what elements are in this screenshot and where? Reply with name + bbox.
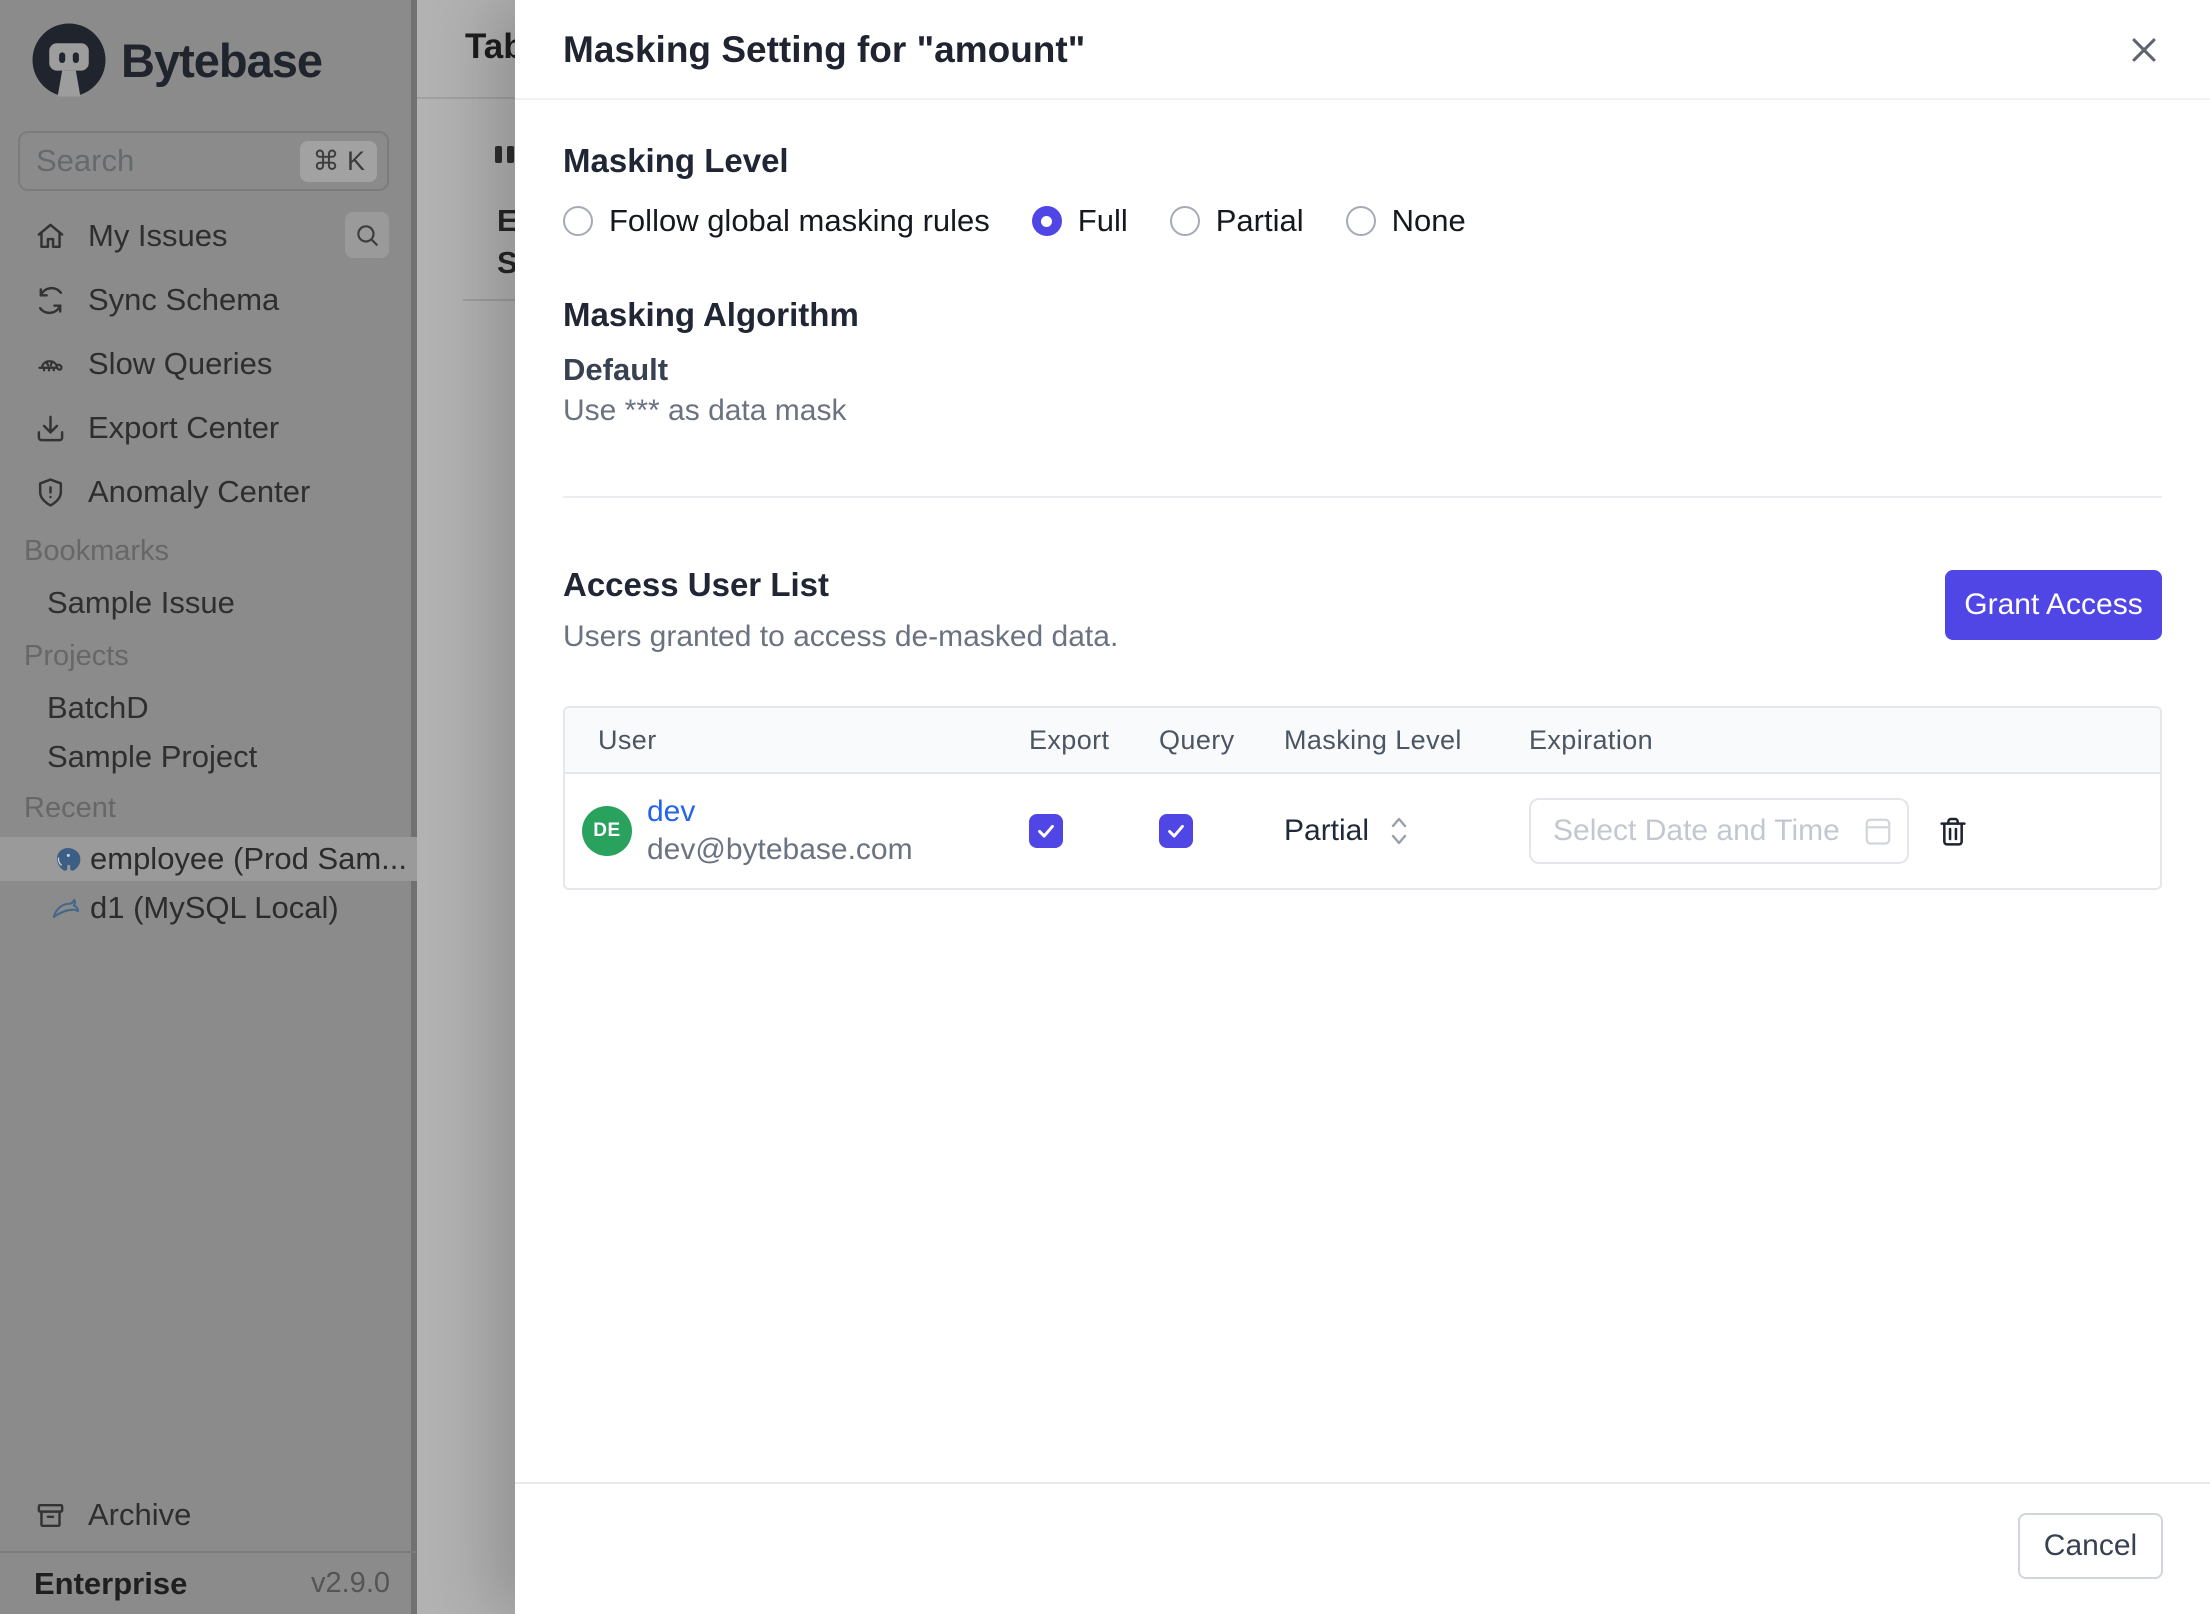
algorithm-name: Default (563, 352, 669, 387)
radio-option-full[interactable]: Full (1031, 203, 1128, 239)
bytebase-logo-icon (32, 23, 106, 97)
close-button[interactable] (2122, 28, 2166, 72)
access-user-list-subtitle: Users granted to access de-masked data. (563, 620, 1119, 653)
section-label-bookmarks: Bookmarks (24, 535, 170, 567)
column-header-expiration: Expiration (1529, 724, 1654, 755)
archive-icon (37, 1503, 64, 1527)
delete-access-button[interactable] (1937, 814, 1969, 848)
mysql-icon (52, 898, 80, 918)
sidebar-item-employee-db[interactable]: employee (Prod Sam... (0, 837, 417, 881)
background-page: Tab E S (417, 0, 515, 1614)
radio-full[interactable] (1031, 206, 1062, 236)
masking-level-options: Follow global masking rules Full Partial… (563, 203, 1466, 239)
section-divider (563, 496, 2162, 498)
chevron-up-down-icon (1391, 817, 1407, 845)
query-checkbox[interactable] (1159, 814, 1193, 848)
access-user-list-heading: Access User List (563, 566, 829, 603)
section-label-projects: Projects (24, 640, 129, 672)
masking-level-cell: Partial (1260, 774, 1505, 888)
column-header-masking-level: Masking Level (1284, 724, 1462, 755)
app-root: Bytebase Search ⌘ K My Issues Sync Schem… (0, 0, 2210, 1614)
sidebar-footer: Enterprise v2.9.0 (0, 1551, 417, 1614)
masking-level-heading: Masking Level (563, 142, 789, 179)
masking-algorithm-heading: Masking Algorithm (563, 296, 859, 333)
postgresql-icon (56, 847, 81, 871)
table-header-row: User Export Query Masking Level Expirati… (565, 708, 2160, 774)
cancel-button[interactable]: Cancel (2018, 1513, 2163, 1579)
column-header-actions (1925, 708, 2160, 772)
algorithm-description: Use *** as data mask (563, 394, 847, 427)
download-icon (37, 415, 64, 441)
check-icon (1168, 824, 1184, 838)
access-user-table: User Export Query Masking Level Expirati… (563, 706, 2162, 890)
sidebar-item-archive[interactable]: Archive (0, 1484, 417, 1546)
column-header-query: Query (1159, 724, 1235, 755)
export-cell (1005, 774, 1135, 888)
sidebar-item-slow-queries[interactable]: Slow Queries (0, 332, 417, 396)
user-email: dev@bytebase.com (647, 833, 913, 866)
user-name-link[interactable]: dev (647, 795, 913, 829)
radio-option-follow-global[interactable]: Follow global masking rules (563, 203, 990, 239)
sidebar-item-sample-project[interactable]: Sample Project (47, 739, 257, 775)
clipped-icon (495, 146, 514, 163)
drawer-header: Masking Setting for "amount" (515, 0, 2210, 100)
radio-none[interactable] (1345, 206, 1376, 236)
home-icon (37, 223, 64, 248)
version-label: v2.9.0 (311, 1567, 390, 1599)
check-icon (1038, 824, 1054, 838)
background-clipped-label-1: E (497, 203, 515, 238)
masking-level-select[interactable]: Partial (1284, 814, 1409, 848)
drawer-footer: Cancel (515, 1482, 2210, 1614)
radio-partial[interactable] (1169, 206, 1200, 236)
column-header-export: Export (1029, 724, 1110, 755)
radio-follow-global[interactable] (563, 206, 593, 236)
brand-name: Bytebase (121, 33, 323, 87)
sidebar-item-d1-db[interactable]: d1 (MySQL Local) (0, 886, 417, 930)
sidebar-item-batchd[interactable]: BatchD (47, 690, 149, 726)
query-cell (1135, 774, 1260, 888)
brand-logo[interactable]: Bytebase (31, 22, 323, 98)
background-clipped-label-2: S (497, 245, 515, 280)
avatar: DE (582, 806, 632, 856)
masking-setting-drawer: Masking Setting for "amount" Masking Lev… (515, 0, 2210, 1614)
user-cell: DE dev dev@bytebase.com (565, 774, 1005, 888)
turtle-icon (38, 359, 63, 371)
search-shortcut-badge: ⌘ K (300, 140, 377, 182)
trash-icon (1940, 817, 1966, 846)
actions-cell (1925, 774, 2160, 888)
column-header-user: User (598, 724, 657, 755)
search-placeholder: Search (36, 143, 135, 178)
sidebar-item-sample-issue[interactable]: Sample Issue (47, 585, 235, 621)
sidebar-item-sync-schema[interactable]: Sync Schema (0, 268, 417, 332)
plan-label: Enterprise (34, 1565, 188, 1601)
shield-alert-icon (38, 477, 63, 507)
sidebar-item-export-center[interactable]: Export Center (0, 396, 417, 460)
expiration-cell (1505, 774, 1925, 888)
export-checkbox[interactable] (1029, 814, 1063, 848)
sidebar: Bytebase Search ⌘ K My Issues Sync Schem… (0, 0, 417, 1614)
background-divider (463, 299, 515, 301)
issue-search-button[interactable] (345, 212, 389, 258)
close-icon (2132, 38, 2156, 62)
sync-icon (38, 286, 63, 314)
search-input[interactable]: Search ⌘ K (18, 131, 389, 191)
drawer-title: Masking Setting for "amount" (563, 29, 1086, 70)
section-label-recent: Recent (24, 792, 116, 824)
radio-option-none[interactable]: None (1345, 203, 1466, 239)
sidebar-item-anomaly-center[interactable]: Anomaly Center (0, 460, 417, 524)
table-row: DE dev dev@bytebase.com Partial Select D… (565, 774, 2160, 888)
search-icon (357, 225, 378, 246)
background-page-title: Tab (465, 27, 515, 66)
expiration-input[interactable] (1529, 798, 1909, 864)
grant-access-button[interactable]: Grant Access (1945, 570, 2162, 640)
radio-option-partial[interactable]: Partial (1169, 203, 1304, 239)
